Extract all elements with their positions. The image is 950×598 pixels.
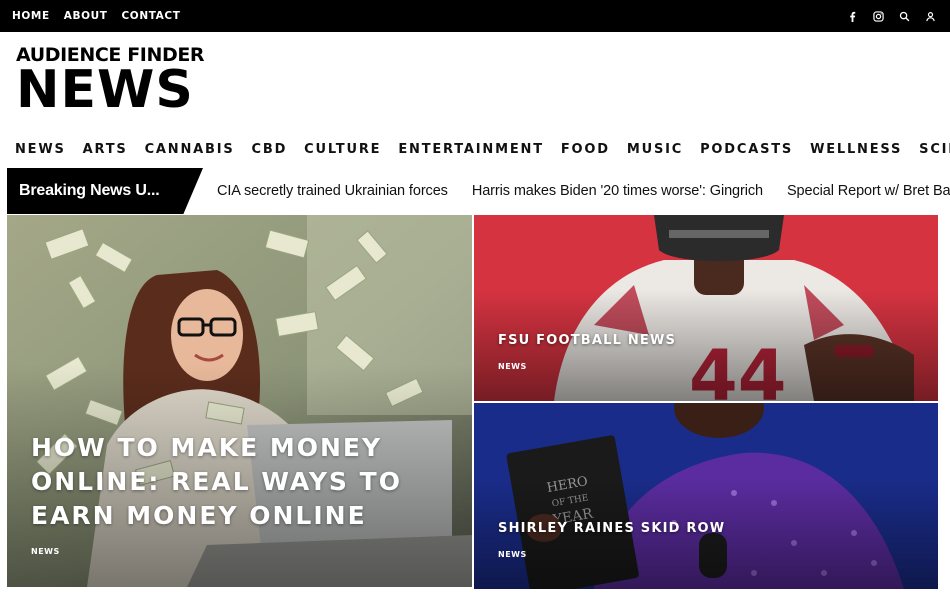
facebook-icon[interactable] <box>846 10 858 22</box>
main-nav-science[interactable]: SCIENCE <box>919 142 950 157</box>
search-icon[interactable] <box>898 10 910 22</box>
ticker-item[interactable]: Special Report w/ Bret Baier <box>787 183 950 199</box>
breaking-news-label: Breaking News U... <box>7 168 203 214</box>
ticker-item[interactable]: Harris makes Biden '20 times worse': Gin… <box>472 183 763 199</box>
breaking-news-label-text: Breaking News U... <box>19 182 160 199</box>
featured-article-main[interactable]: HOW TO MAKE MONEY ONLINE: REAL WAYS TO E… <box>7 215 472 587</box>
main-nav-music[interactable]: MUSIC <box>627 142 683 157</box>
featured-top-category[interactable]: NEWS <box>498 362 527 371</box>
top-nav-about[interactable]: ABOUT <box>64 10 108 22</box>
news-ticker: CIA secretly trained Ukrainian forces Ha… <box>217 168 950 214</box>
top-nav-contact[interactable]: CONTACT <box>122 10 181 22</box>
featured-top-title[interactable]: FSU FOOTBALL NEWS <box>498 333 676 348</box>
user-icon[interactable] <box>924 10 936 22</box>
main-nav-food[interactable]: FOOD <box>561 142 610 157</box>
featured-bottom-category[interactable]: NEWS <box>498 550 527 559</box>
main-nav-news[interactable]: NEWS <box>15 142 66 157</box>
main-nav-arts[interactable]: ARTS <box>83 142 128 157</box>
main-nav-wellness[interactable]: WELLNESS <box>810 142 902 157</box>
featured-article-top[interactable]: 44 FSU FOOTBALL NEWS NEWS <box>474 215 938 401</box>
breaking-news-bar: Breaking News U... CIA secretly trained … <box>7 168 950 214</box>
social-icons <box>846 0 936 32</box>
featured-article-bottom[interactable]: HERO OF THE YEAR SHIRLEY RAINES SKID ROW… <box>474 403 938 589</box>
main-nav-podcasts[interactable]: PODCASTS <box>700 142 793 157</box>
main-nav: NEWS ARTS CANNABIS CBD CULTURE ENTERTAIN… <box>15 138 950 160</box>
top-bar: HOME ABOUT CONTACT <box>0 0 950 32</box>
logo-line2: NEWS <box>16 60 194 120</box>
main-nav-culture[interactable]: CULTURE <box>304 142 381 157</box>
featured-main-category[interactable]: NEWS <box>31 547 60 556</box>
main-nav-cbd[interactable]: CBD <box>252 142 288 157</box>
main-nav-entertainment[interactable]: ENTERTAINMENT <box>398 142 544 157</box>
site-logo[interactable]: AUDIENCE FINDER NEWS <box>16 44 205 120</box>
featured-main-title[interactable]: HOW TO MAKE MONEY ONLINE: REAL WAYS TO E… <box>31 431 451 533</box>
ticker-item[interactable]: CIA secretly trained Ukrainian forces <box>217 183 448 199</box>
main-nav-cannabis[interactable]: CANNABIS <box>145 142 235 157</box>
featured-bottom-title[interactable]: SHIRLEY RAINES SKID ROW <box>498 521 725 536</box>
instagram-icon[interactable] <box>872 10 884 22</box>
top-nav: HOME ABOUT CONTACT <box>12 0 180 32</box>
top-nav-home[interactable]: HOME <box>12 10 50 22</box>
